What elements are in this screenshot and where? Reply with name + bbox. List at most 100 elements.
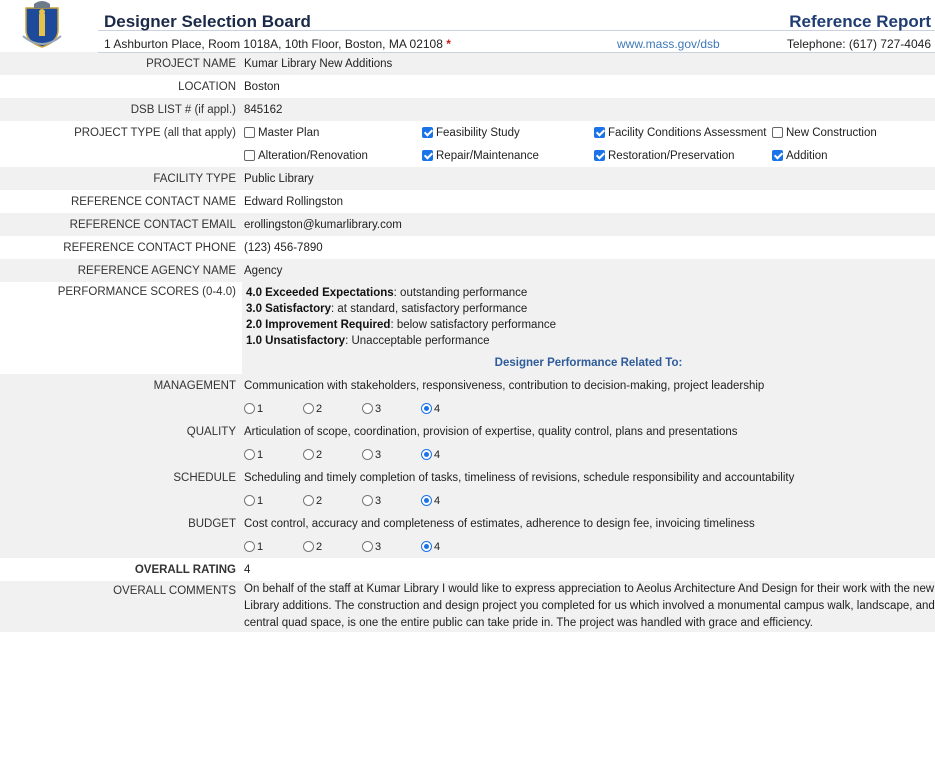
checkbox[interactable] bbox=[244, 127, 255, 138]
score-legend-item: 1.0 Unsatisfactory: Unacceptable perform… bbox=[246, 335, 490, 347]
dsb-list-value: 845162 bbox=[242, 98, 935, 121]
rating-option[interactable]: 2 bbox=[303, 403, 362, 415]
overall-rating-value: 4 bbox=[242, 558, 935, 581]
checkbox[interactable] bbox=[594, 150, 605, 161]
project-type-option[interactable]: New Construction bbox=[772, 127, 877, 139]
radio-button[interactable] bbox=[303, 449, 314, 460]
rating-radio-group: 1 2 3 4 bbox=[244, 535, 935, 558]
project-type-option-label: Addition bbox=[786, 149, 828, 162]
project-type-option-label: Feasibility Study bbox=[436, 126, 520, 139]
checkbox[interactable] bbox=[422, 150, 433, 161]
project-type-option[interactable]: Repair/Maintenance bbox=[422, 150, 594, 162]
radio-button[interactable] bbox=[244, 541, 255, 552]
rating-option[interactable]: 3 bbox=[362, 403, 421, 415]
radio-button[interactable] bbox=[362, 449, 373, 460]
contact-name-label: REFERENCE CONTACT NAME bbox=[0, 190, 242, 213]
asterisk-mark: * bbox=[446, 37, 451, 51]
rating-option[interactable]: 1 bbox=[244, 403, 303, 415]
project-type-option-label: Alteration/Renovation bbox=[258, 149, 368, 162]
rating-radio-group: 1 2 3 4 bbox=[244, 443, 935, 466]
row-contact-email: REFERENCE CONTACT EMAIL erollingston@kum… bbox=[0, 213, 935, 236]
row-contact-phone: REFERENCE CONTACT PHONE (123) 456-7890 bbox=[0, 236, 935, 259]
rating-radio-group: 1 2 3 4 bbox=[244, 397, 935, 420]
score-legend-item: 2.0 Improvement Required: below satisfac… bbox=[246, 319, 556, 331]
project-type-option[interactable]: Facility Conditions Assessment bbox=[594, 127, 772, 139]
rating-option[interactable]: 1 bbox=[244, 541, 303, 553]
project-type-option[interactable]: Addition bbox=[772, 150, 828, 162]
row-schedule-radios: 1 2 3 4 bbox=[0, 489, 935, 512]
rating-option-label: 3 bbox=[375, 540, 382, 553]
rating-option[interactable]: 4 bbox=[421, 541, 480, 553]
rating-option[interactable]: 3 bbox=[362, 541, 421, 553]
row-dsb-list: DSB LIST # (if appl.) 845162 bbox=[0, 98, 935, 121]
criterion-label: MANAGEMENT bbox=[0, 374, 242, 397]
score-legend-item: 3.0 Satisfactory: at standard, satisfact… bbox=[246, 303, 528, 315]
row-budget-radios: 1 2 3 4 bbox=[0, 535, 935, 558]
rating-option[interactable]: 1 bbox=[244, 495, 303, 507]
checkbox[interactable] bbox=[422, 127, 433, 138]
radio-button[interactable] bbox=[303, 541, 314, 552]
row-project-type-2: Alteration/Renovation Repair/Maintenance… bbox=[0, 144, 935, 167]
radio-button[interactable] bbox=[362, 403, 373, 414]
rating-option-label: 3 bbox=[375, 448, 382, 461]
row-quality-radios: 1 2 3 4 bbox=[0, 443, 935, 466]
radio-button[interactable] bbox=[303, 495, 314, 506]
criterion-label: BUDGET bbox=[0, 512, 242, 535]
rating-option-label: 4 bbox=[434, 540, 441, 553]
project-type-option[interactable]: Master Plan bbox=[244, 127, 422, 139]
performance-scores-label: PERFORMANCE SCORES (0-4.0) bbox=[0, 282, 242, 352]
radio-button[interactable] bbox=[303, 403, 314, 414]
contact-phone-value: (123) 456-7890 bbox=[242, 236, 935, 259]
project-type-option[interactable]: Alteration/Renovation bbox=[244, 150, 422, 162]
radio-button[interactable] bbox=[244, 495, 255, 506]
radio-button[interactable] bbox=[421, 403, 432, 414]
checkbox[interactable] bbox=[772, 150, 783, 161]
row-performance-scores: PERFORMANCE SCORES (0-4.0) 4.0 Exceeded … bbox=[0, 282, 935, 352]
radio-button[interactable] bbox=[421, 541, 432, 552]
reference-form: PROJECT NAME Kumar Library New Additions… bbox=[0, 52, 935, 632]
checkbox[interactable] bbox=[594, 127, 605, 138]
row-facility-type: FACILITY TYPE Public Library bbox=[0, 167, 935, 190]
rating-option-label: 4 bbox=[434, 494, 441, 507]
radio-button[interactable] bbox=[362, 495, 373, 506]
project-type-option[interactable]: Feasibility Study bbox=[422, 127, 594, 139]
location-label: LOCATION bbox=[0, 75, 242, 98]
row-management-radios: 1 2 3 4 bbox=[0, 397, 935, 420]
rating-option[interactable]: 2 bbox=[303, 449, 362, 461]
contact-name-value: Edward Rollingston bbox=[242, 190, 935, 213]
rating-option[interactable]: 4 bbox=[421, 449, 480, 461]
row-management: MANAGEMENT Communication with stakeholde… bbox=[0, 374, 935, 397]
rating-option[interactable]: 1 bbox=[244, 449, 303, 461]
performance-heading: Designer Performance Related To: bbox=[242, 352, 935, 374]
checkbox[interactable] bbox=[772, 127, 783, 138]
criterion-label: QUALITY bbox=[0, 420, 242, 443]
rating-option-label: 2 bbox=[316, 448, 323, 461]
radio-button[interactable] bbox=[421, 449, 432, 460]
location-value: Boston bbox=[242, 75, 935, 98]
rating-option[interactable]: 2 bbox=[303, 495, 362, 507]
rating-option[interactable]: 4 bbox=[421, 495, 480, 507]
website-link[interactable]: www.mass.gov/dsb bbox=[617, 37, 720, 51]
criterion-label: SCHEDULE bbox=[0, 466, 242, 489]
project-name-label: PROJECT NAME bbox=[0, 52, 242, 75]
row-project-type-1: PROJECT TYPE (all that apply) Master Pla… bbox=[0, 121, 935, 144]
rating-option[interactable]: 4 bbox=[421, 403, 480, 415]
rating-option[interactable]: 3 bbox=[362, 449, 421, 461]
project-type-option-label: Master Plan bbox=[258, 126, 320, 139]
rating-option[interactable]: 2 bbox=[303, 541, 362, 553]
row-agency-name: REFERENCE AGENCY NAME Agency bbox=[0, 259, 935, 282]
score-legend: 4.0 Exceeded Expectations: outstanding p… bbox=[244, 282, 935, 352]
project-type-option-label: Restoration/Preservation bbox=[608, 149, 735, 162]
rating-option[interactable]: 3 bbox=[362, 495, 421, 507]
criterion-description: Cost control, accuracy and completeness … bbox=[242, 512, 935, 535]
overall-rating-label: OVERALL RATING bbox=[0, 558, 242, 581]
project-type-option-label: Repair/Maintenance bbox=[436, 149, 539, 162]
radio-button[interactable] bbox=[421, 495, 432, 506]
checkbox[interactable] bbox=[244, 150, 255, 161]
radio-button[interactable] bbox=[362, 541, 373, 552]
radio-button[interactable] bbox=[244, 449, 255, 460]
project-type-option[interactable]: Restoration/Preservation bbox=[594, 150, 772, 162]
rating-option-label: 2 bbox=[316, 402, 323, 415]
project-type-option-label: Facility Conditions Assessment bbox=[608, 126, 767, 139]
radio-button[interactable] bbox=[244, 403, 255, 414]
